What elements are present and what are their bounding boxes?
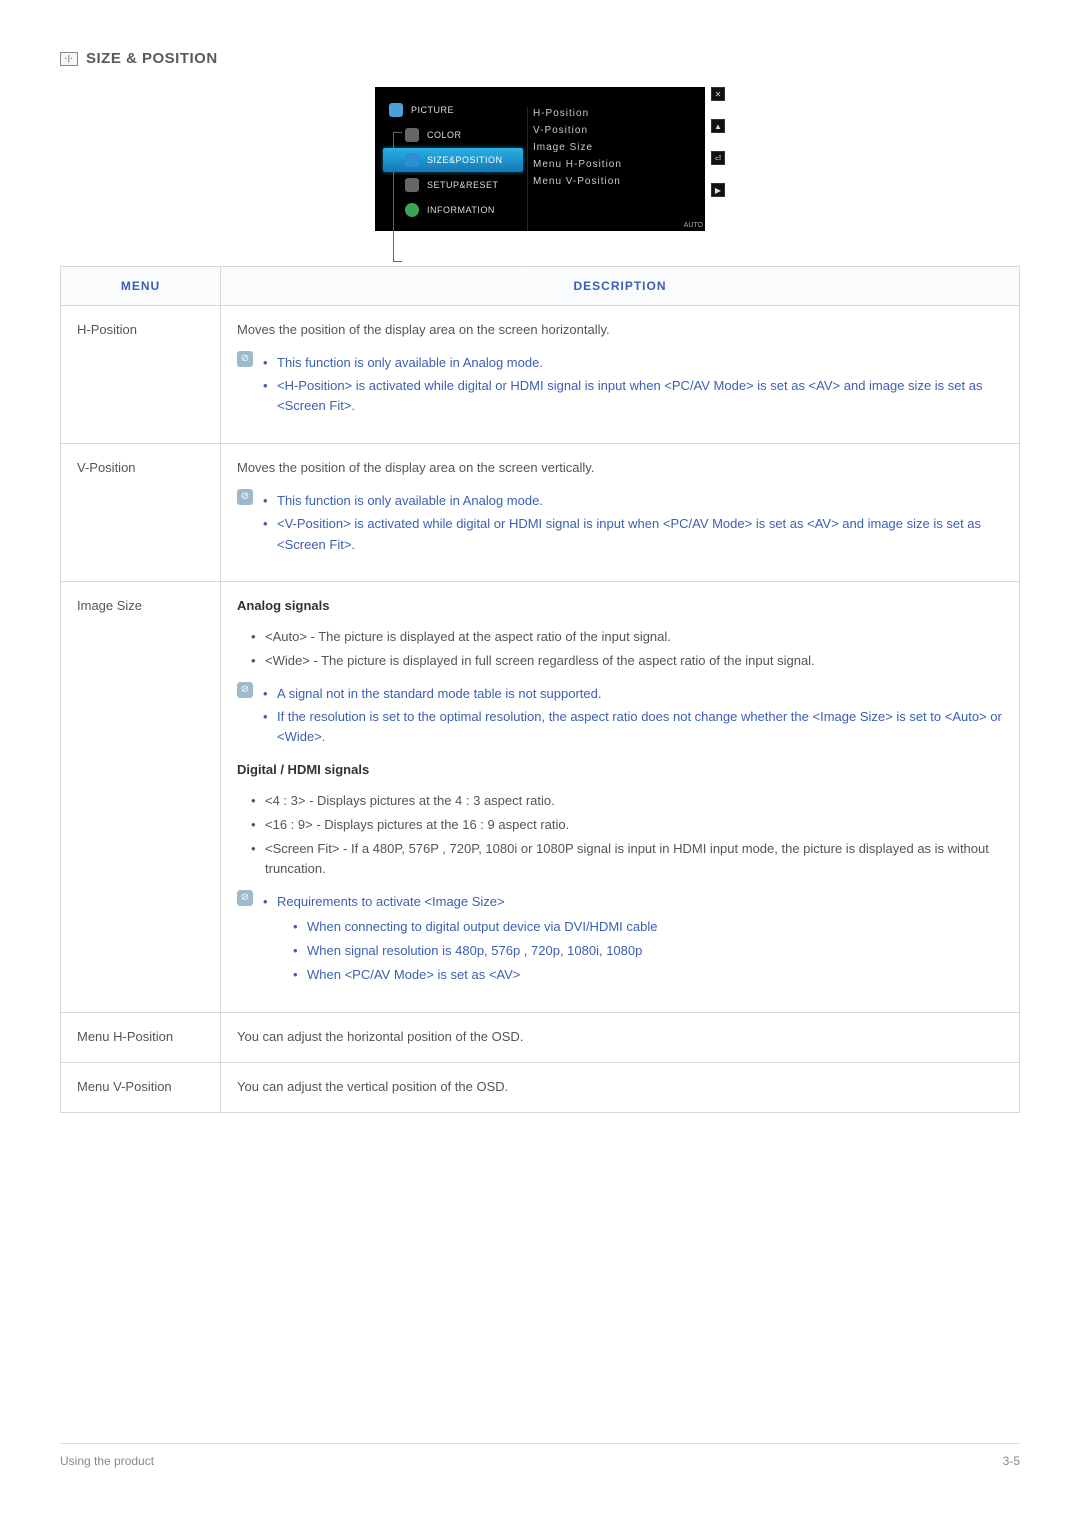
menu-description: You can adjust the horizontal position o… — [221, 1013, 1020, 1063]
page-footer: Using the product 3-5 — [60, 1443, 1020, 1468]
note-icon: ⊘ — [237, 351, 253, 367]
menu-name: V-Position — [61, 444, 221, 582]
sizeposition-icon — [405, 153, 419, 167]
menu-name: Menu H-Position — [61, 1013, 221, 1063]
footer-left: Using the product — [60, 1454, 154, 1468]
osd-nav-label: INFORMATION — [427, 205, 495, 215]
osd-nav-label: SETUP&RESET — [427, 180, 499, 190]
osd-sub-menuh: Menu H-Position — [533, 156, 697, 173]
subheading: Digital / HDMI signals — [237, 762, 369, 777]
menu-description: Moves the position of the display area o… — [221, 306, 1020, 444]
gear-icon — [405, 178, 419, 192]
list-item: <Screen Fit> - If a 480P, 576P , 720P, 1… — [251, 839, 1003, 881]
up-icon: ▲ — [711, 119, 725, 133]
section-title-text: SIZE & POSITION — [86, 50, 218, 67]
menu-description-table: MENU DESCRIPTION H-Position Moves the po… — [60, 266, 1020, 1113]
osd-sub-vposition: V-Position — [533, 122, 697, 139]
subheading: Analog signals — [237, 598, 329, 613]
menu-description: Analog signals <Auto> - The picture is d… — [221, 582, 1020, 1013]
note-item: Requirements to activate <Image Size> Wh… — [263, 892, 1003, 985]
osd-nav: PICTURE COLOR SIZE&POSITION SETUP&RESET … — [383, 97, 523, 223]
note-item: This function is only available in Analo… — [263, 491, 1003, 512]
menu-name: H-Position — [61, 306, 221, 444]
col-header-menu: MENU — [61, 267, 221, 306]
osd-nav-color: COLOR — [383, 123, 523, 147]
note-icon: ⊘ — [237, 682, 253, 698]
osd-submenu: H-Position V-Position Image Size Menu H-… — [533, 97, 697, 223]
description-lead: Moves the position of the display area o… — [237, 320, 1003, 341]
note-subitem: When signal resolution is 480p, 576p , 7… — [293, 941, 1003, 962]
footer-right: 3-5 — [1003, 1454, 1020, 1468]
note-subitem: When <PC/AV Mode> is set as <AV> — [293, 965, 1003, 986]
right-icon: ▶ — [711, 183, 725, 197]
osd-nav-setupreset: SETUP&RESET — [383, 173, 523, 197]
osd-nav-label: PICTURE — [411, 105, 454, 115]
osd-sub-imagesize: Image Size — [533, 139, 697, 156]
color-icon — [405, 128, 419, 142]
note-item: <H-Position> is activated while digital … — [263, 376, 1003, 418]
osd-divider — [527, 107, 528, 267]
list-item: <4 : 3> - Displays pictures at the 4 : 3… — [251, 791, 1003, 812]
table-row: V-Position Moves the position of the dis… — [61, 444, 1020, 582]
table-row: H-Position Moves the position of the dis… — [61, 306, 1020, 444]
list-item: <Wide> - The picture is displayed in ful… — [251, 651, 1003, 672]
col-header-description: DESCRIPTION — [221, 267, 1020, 306]
note-subitem: When connecting to digital output device… — [293, 917, 1003, 938]
size-position-icon: ·|· — [60, 52, 78, 66]
menu-name: Image Size — [61, 582, 221, 1013]
note-block: ⊘ This function is only available in Ana… — [237, 489, 1003, 557]
osd-nav-picture: PICTURE — [383, 98, 523, 122]
osd-auto-label: AUTO — [684, 222, 703, 229]
list-item: <Auto> - The picture is displayed at the… — [251, 627, 1003, 648]
note-lead: Requirements to activate <Image Size> — [277, 894, 505, 909]
note-item: If the resolution is set to the optimal … — [263, 707, 1003, 749]
osd-preview: PICTURE COLOR SIZE&POSITION SETUP&RESET … — [375, 87, 705, 231]
note-icon: ⊘ — [237, 890, 253, 906]
osd-nav-label: COLOR — [427, 130, 462, 140]
osd-nav-information: INFORMATION — [383, 198, 523, 222]
section-title: ·|· SIZE & POSITION — [60, 50, 1020, 67]
table-row: Menu V-Position You can adjust the verti… — [61, 1063, 1020, 1113]
note-block: ⊘ This function is only available in Ana… — [237, 351, 1003, 419]
osd-nav-label: SIZE&POSITION — [427, 155, 503, 165]
table-row: Image Size Analog signals <Auto> - The p… — [61, 582, 1020, 1013]
note-block: ⊘ Requirements to activate <Image Size> … — [237, 890, 1003, 988]
description-lead: Moves the position of the display area o… — [237, 458, 1003, 479]
close-icon: ✕ — [711, 87, 725, 101]
osd-sub-hposition: H-Position — [533, 105, 697, 122]
osd-sub-menuv: Menu V-Position — [533, 173, 697, 190]
menu-description: You can adjust the vertical position of … — [221, 1063, 1020, 1113]
note-item: A signal not in the standard mode table … — [263, 684, 1003, 705]
menu-name: Menu V-Position — [61, 1063, 221, 1113]
menu-description: Moves the position of the display area o… — [221, 444, 1020, 582]
osd-side-buttons: ✕ ▲ ⏎ ▶ — [711, 87, 725, 197]
note-item: This function is only available in Analo… — [263, 353, 1003, 374]
info-icon — [405, 203, 419, 217]
picture-icon — [389, 103, 403, 117]
note-item: <V-Position> is activated while digital … — [263, 514, 1003, 556]
osd-nav-sizeposition: SIZE&POSITION — [383, 148, 523, 172]
table-row: Menu H-Position You can adjust the horiz… — [61, 1013, 1020, 1063]
list-item: <16 : 9> - Displays pictures at the 16 :… — [251, 815, 1003, 836]
note-icon: ⊘ — [237, 489, 253, 505]
enter-icon: ⏎ — [711, 151, 725, 165]
note-block: ⊘ A signal not in the standard mode tabl… — [237, 682, 1003, 750]
